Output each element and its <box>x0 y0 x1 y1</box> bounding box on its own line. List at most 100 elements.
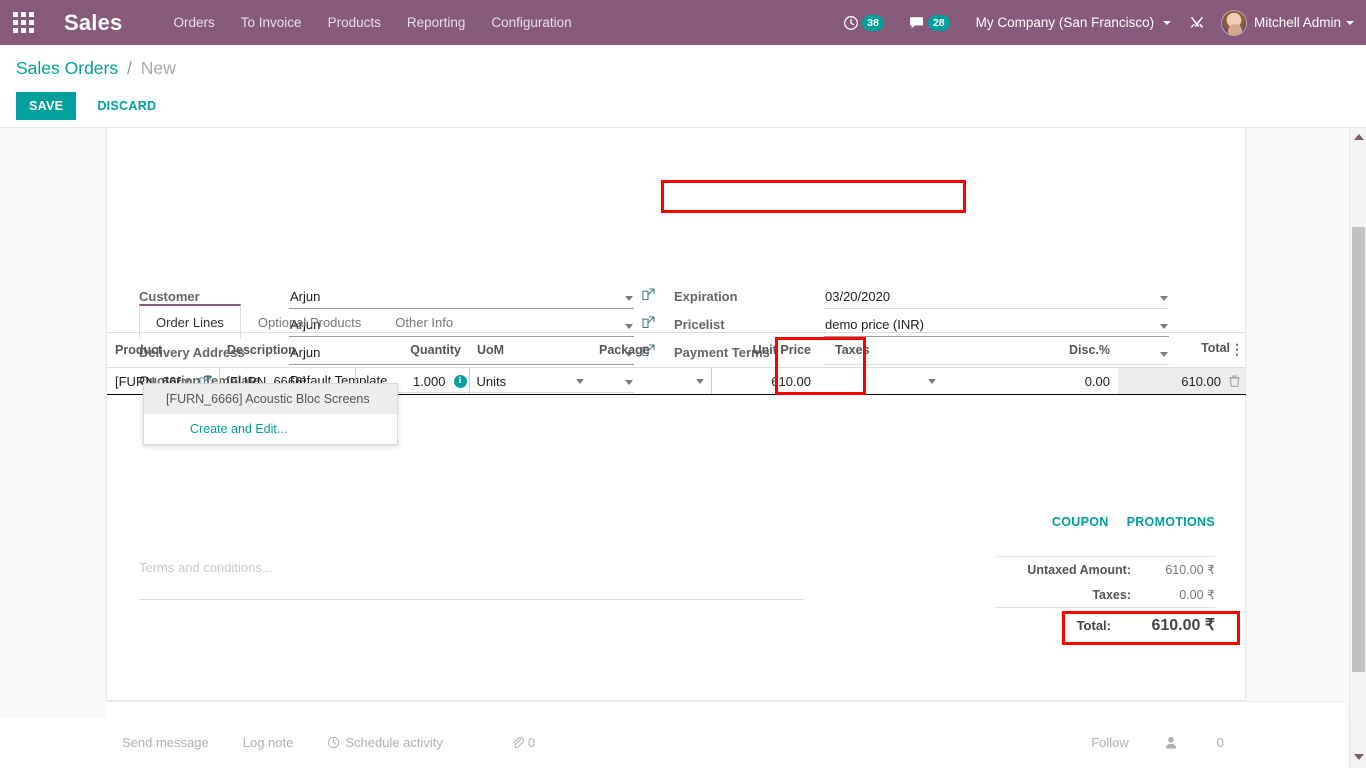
chevron-down-icon[interactable] <box>625 324 633 329</box>
navbar-right: 38 28 My Company (San Francisco) Mitchel… <box>831 9 1366 36</box>
menu-item-to-invoice[interactable]: To Invoice <box>228 0 315 45</box>
followers-count-button[interactable]: 0 <box>1165 735 1224 750</box>
chevron-down-icon[interactable] <box>625 296 633 301</box>
chevron-down-icon[interactable] <box>1160 296 1168 301</box>
chevron-down-icon[interactable] <box>695 378 704 384</box>
activity-count-badge: 38 <box>862 14 884 31</box>
promotions-button[interactable]: PROMOTIONS <box>1127 515 1215 529</box>
cell-total-value: 610.00 <box>1181 373 1221 389</box>
clock-activity-icon <box>844 15 859 30</box>
chevron-down-icon <box>1346 20 1354 25</box>
cell-discount[interactable]: 0.00 <box>943 367 1118 395</box>
grand-total-value: 610.00 ₹ <box>1151 617 1215 634</box>
company-name: My Company (San Francisco) <box>975 15 1155 30</box>
save-button[interactable]: SAVE <box>16 92 77 120</box>
apps-menu-button[interactable] <box>0 0 46 45</box>
discard-button[interactable]: DISCARD <box>84 92 169 120</box>
cell-unit-price-value: 610.00 <box>771 373 811 389</box>
breadcrumb: Sales Orders / New <box>16 58 176 79</box>
untaxed-amount-row: Untaxed Amount: 610.00 ₹ <box>995 557 1215 582</box>
col-product[interactable]: Product <box>107 333 219 368</box>
apps-grid-icon <box>12 12 34 33</box>
cell-package[interactable] <box>591 367 712 395</box>
taxes-row: Taxes: 0.00 ₹ <box>995 582 1215 607</box>
terms-and-conditions-input[interactable]: Terms and conditions... <box>139 560 804 575</box>
table-header-row: Product Description Quantity UoM Package… <box>107 333 1246 368</box>
send-message-button[interactable]: Send message <box>122 735 209 750</box>
label-customer: Customer <box>139 289 200 304</box>
developer-tools-button[interactable] <box>1189 15 1205 31</box>
log-note-button[interactable]: Log note <box>243 735 294 750</box>
col-discount[interactable]: Disc.% <box>943 333 1118 368</box>
col-total[interactable]: Total ⋮ <box>1118 333 1246 368</box>
cell-discount-value: 0.00 <box>1084 373 1110 389</box>
record-action-buttons: SAVE DISCARD <box>16 92 169 120</box>
scrollbar-thumb[interactable] <box>1352 227 1365 672</box>
menu-item-configuration[interactable]: Configuration <box>478 0 584 45</box>
schedule-activity-button[interactable]: Schedule activity <box>327 735 477 750</box>
app-brand-sales[interactable]: Sales <box>46 10 133 36</box>
attachments-button[interactable]: 0 <box>511 735 569 750</box>
breadcrumb-sales-orders[interactable]: Sales Orders <box>16 58 118 78</box>
scroll-down-arrow-icon[interactable] <box>1354 754 1364 760</box>
grand-total-row: Total: 610.00 ₹ <box>995 608 1215 641</box>
vertical-dots-icon[interactable]: ⋮ <box>1230 341 1244 358</box>
grand-total-label: Total: <box>1076 617 1111 633</box>
autocomplete-option-acoustic-bloc-screens[interactable]: [FURN_6666] Acoustic Bloc Screens <box>144 384 397 414</box>
untaxed-amount-label: Untaxed Amount: <box>1027 562 1131 577</box>
cell-unit-price[interactable]: 610.00 <box>711 367 827 395</box>
user-name-label: Mitchell Admin <box>1253 15 1341 30</box>
control-panel: Sales Orders / New <box>0 45 1366 128</box>
col-quantity[interactable]: Quantity <box>355 333 469 368</box>
debug-tools-icon <box>1190 16 1204 28</box>
col-uom[interactable]: UoM <box>469 333 591 368</box>
cell-uom[interactable]: Units <box>468 367 591 395</box>
col-description[interactable]: Description <box>219 333 355 368</box>
untaxed-amount-value: 610.00 ₹ <box>1165 563 1215 577</box>
messages-menu-button[interactable]: 28 <box>908 14 950 31</box>
chatter-actions: Send message Log note Schedule activity … <box>122 735 603 750</box>
chevron-down-icon[interactable] <box>576 378 584 384</box>
autocomplete-create-and-edit[interactable]: Create and Edit... <box>144 414 397 444</box>
field-pricelist[interactable]: demo price (INR) <box>825 317 924 332</box>
cell-total: 610.00 <box>1118 367 1246 395</box>
vertical-scrollbar[interactable] <box>1349 128 1366 768</box>
label-expiration: Expiration <box>674 289 738 304</box>
field-expiration[interactable]: 03/20/2020 <box>825 289 890 304</box>
taxes-value: 0.00 ₹ <box>1179 588 1215 602</box>
company-switcher[interactable]: My Company (San Francisco) <box>976 15 1171 30</box>
col-taxes[interactable]: Taxes <box>827 333 943 368</box>
label-pricelist: Pricelist <box>674 317 725 332</box>
paperclip-icon <box>512 736 524 749</box>
breadcrumb-current: New <box>140 58 176 78</box>
follow-button[interactable]: Follow <box>1091 735 1129 750</box>
chatter-followers: Follow 0 <box>1055 735 1224 750</box>
trash-icon[interactable] <box>1229 375 1240 387</box>
chatter-panel: Send message Log note Schedule activity … <box>106 701 1346 768</box>
chevron-down-icon[interactable] <box>928 378 936 384</box>
cell-taxes[interactable] <box>827 367 943 395</box>
col-unit-price[interactable]: Unit Price <box>711 333 827 368</box>
menu-item-orders[interactable]: Orders <box>161 0 228 45</box>
chevron-down-icon[interactable] <box>1160 324 1168 329</box>
chevron-down-icon <box>1162 21 1171 26</box>
top-navbar: Sales Orders To Invoice Products Reporti… <box>0 0 1366 45</box>
terms-underline <box>139 599 804 600</box>
menu-item-products[interactable]: Products <box>315 0 394 45</box>
coupon-button[interactable]: COUPON <box>1052 515 1109 529</box>
field-customer[interactable]: Arjun <box>290 289 320 304</box>
avatar <box>1220 9 1247 36</box>
col-package[interactable]: Package <box>591 333 711 368</box>
user-menu-button[interactable]: Mitchell Admin <box>1220 9 1354 36</box>
info-icon[interactable]: i <box>453 374 467 388</box>
chat-bubble-icon <box>909 16 923 28</box>
totals-block: Untaxed Amount: 610.00 ₹ Taxes: 0.00 ₹ T… <box>995 556 1215 641</box>
clock-icon <box>328 736 340 749</box>
coupon-promotions-row: COUPON PROMOTIONS <box>1037 515 1215 529</box>
menu-item-reporting[interactable]: Reporting <box>394 0 479 45</box>
open-customer-record-icon[interactable] <box>642 288 655 306</box>
taxes-label: Taxes: <box>1092 587 1131 602</box>
breadcrumb-separator: / <box>127 58 132 78</box>
activity-menu-button[interactable]: 38 <box>843 14 884 31</box>
scroll-up-arrow-icon[interactable] <box>1354 134 1364 140</box>
